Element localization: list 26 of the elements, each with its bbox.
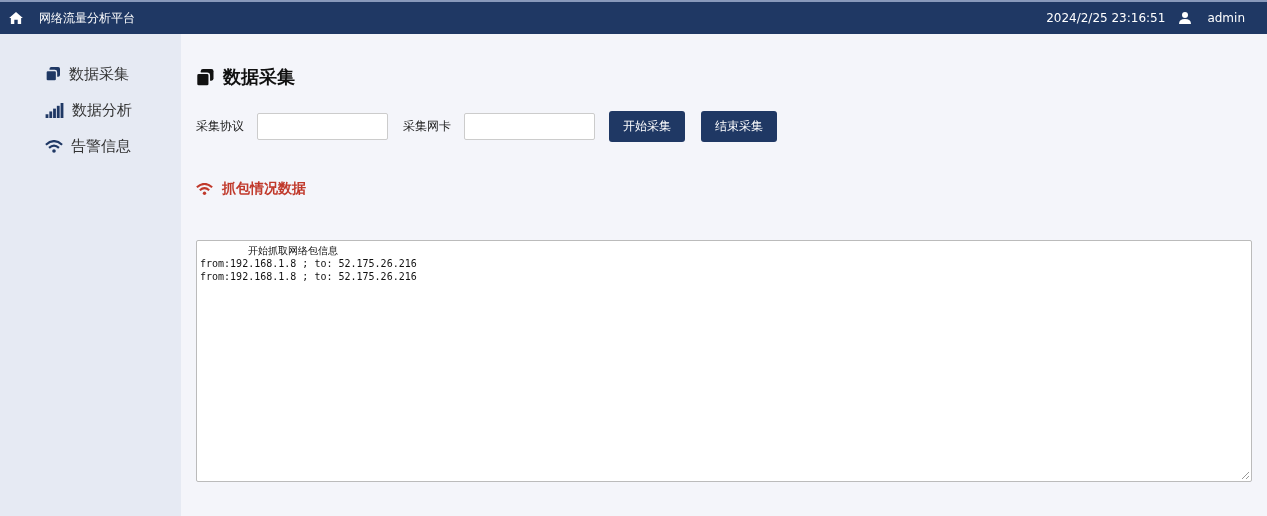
user-name[interactable]: admin [1207,11,1245,25]
sidebar-item[interactable]: 数据采集 [45,63,181,85]
resize-grip-icon[interactable] [1241,471,1249,479]
log-area[interactable]: 开始抓取网络包信息 from:192.168.1.8 ; to: 52.175.26.216 from:192.168.1.8 ; to: 52.175.26.216 [196,240,1252,482]
input-field[interactable] [464,113,595,140]
stop-button[interactable]: 结束采集 [701,111,777,142]
page-title: 数据采集 [223,65,295,89]
home-icon[interactable] [9,12,23,24]
wifi-icon [196,183,213,195]
stack-icon [45,67,61,81]
stack-icon [196,68,214,86]
user-icon [1179,12,1192,24]
app-title: 网络流量分析平台 [39,9,135,27]
wifi-icon [45,139,63,153]
log-line: from:192.168.1.8 ; to: 52.175.26.216 [200,257,418,270]
start-button[interactable]: 开始采集 [609,111,685,142]
field-label: 采集网卡 [403,118,451,135]
date-time: 2024/2/25 23:16:51 [1046,11,1166,25]
sidebar-item[interactable]: 数据分析 [45,99,181,121]
field-label: 采集协议 [196,118,244,135]
input-field[interactable] [257,113,388,140]
log-heading: 开始抓取网络包信息 [247,244,339,257]
signal-bars-icon [45,102,64,118]
sidebar-item[interactable]: 告警信息 [45,135,181,157]
section-title: 抓包情况数据 [222,180,306,198]
log-line: from:192.168.1.8 ; to: 52.175.26.216 [200,270,418,283]
